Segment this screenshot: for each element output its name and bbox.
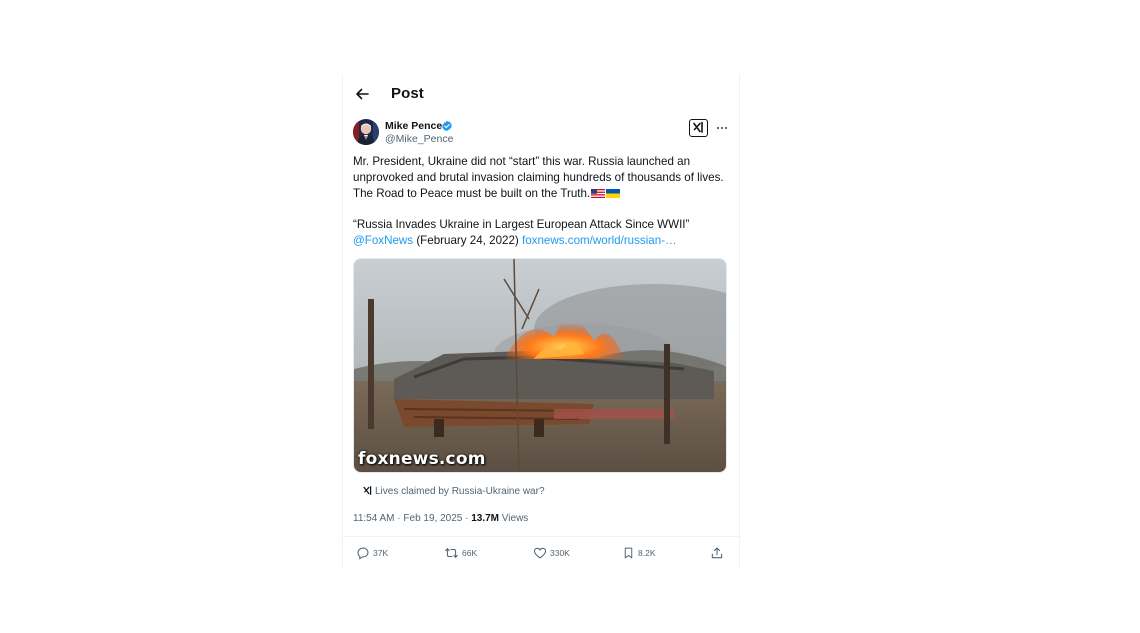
repost-count: 66K (462, 548, 478, 558)
author-name[interactable]: Mike Pence (385, 120, 442, 132)
source-line: @FoxNews (February 24, 2022) foxnews.com… (353, 233, 733, 249)
tweet-line: unprovoked and brutal invasion claiming … (353, 171, 724, 184)
more-icon (716, 126, 728, 130)
views-count: 13.7M (471, 513, 500, 524)
us-flag-icon (591, 189, 606, 198)
like-icon (533, 547, 547, 559)
ukraine-flag-icon (606, 189, 621, 198)
grok-button[interactable] (689, 119, 708, 137)
repost-button[interactable]: 66K (444, 546, 477, 560)
tweet-line-text: The Road to Peace must be built on the T… (353, 187, 591, 200)
verified-badge-icon (442, 120, 452, 132)
grok-suggestion[interactable]: Lives claimed by Russia-Ukraine war? (362, 485, 545, 497)
page-title: Post (391, 85, 424, 102)
share-icon (711, 547, 723, 559)
reply-button[interactable]: 37K (356, 546, 388, 560)
post-header: Post (343, 74, 739, 114)
more-button[interactable] (715, 121, 729, 135)
post-meta: 11:54 AM · Feb 19, 2025 · 13.7M Views (353, 513, 528, 524)
article-link[interactable]: foxnews.com/world/russian-… (522, 234, 677, 247)
bookmark-icon (624, 547, 633, 559)
views-label: Views (499, 513, 529, 524)
mention-link[interactable]: @FoxNews (353, 234, 413, 247)
back-button[interactable] (351, 83, 373, 105)
tweet-line: The Road to Peace must be built on the T… (353, 186, 733, 202)
like-count: 330K (550, 548, 570, 558)
reply-icon (357, 547, 369, 560)
date-text: (February 24, 2022) (413, 234, 523, 247)
action-bar: 37K 66K 330K 8.2K (343, 536, 739, 569)
author-handle[interactable]: @Mike_Pence (385, 133, 453, 145)
post-timestamp[interactable]: 11:54 AM · Feb 19, 2025 · (353, 513, 471, 524)
grok-icon (693, 121, 703, 133)
back-arrow-icon (356, 88, 369, 100)
grok-icon (363, 486, 372, 495)
grok-suggestion-text: Lives claimed by Russia-Ukraine war? (375, 486, 545, 497)
bookmark-count: 8.2K (638, 548, 656, 558)
post-card: Post Mike Pence @Mike_Pence Mr. Presiden… (342, 74, 740, 568)
reply-count: 37K (373, 548, 389, 558)
repost-icon (445, 548, 458, 558)
share-button[interactable] (710, 546, 727, 560)
quoted-headline: “Russia Invades Ukraine in Largest Europ… (353, 218, 690, 231)
avatar[interactable] (353, 119, 379, 145)
media-image[interactable]: foxnews.com (353, 258, 727, 473)
quote-block: “Russia Invades Ukraine in Largest Europ… (353, 217, 733, 249)
tweet-line: Mr. President, Ukraine did not “start” t… (353, 155, 691, 168)
tweet-text: Mr. President, Ukraine did not “start” t… (353, 154, 733, 202)
media-watermark: foxnews.com (358, 449, 486, 469)
like-button[interactable]: 330K (533, 546, 570, 560)
bookmark-button[interactable]: 8.2K (622, 546, 656, 560)
